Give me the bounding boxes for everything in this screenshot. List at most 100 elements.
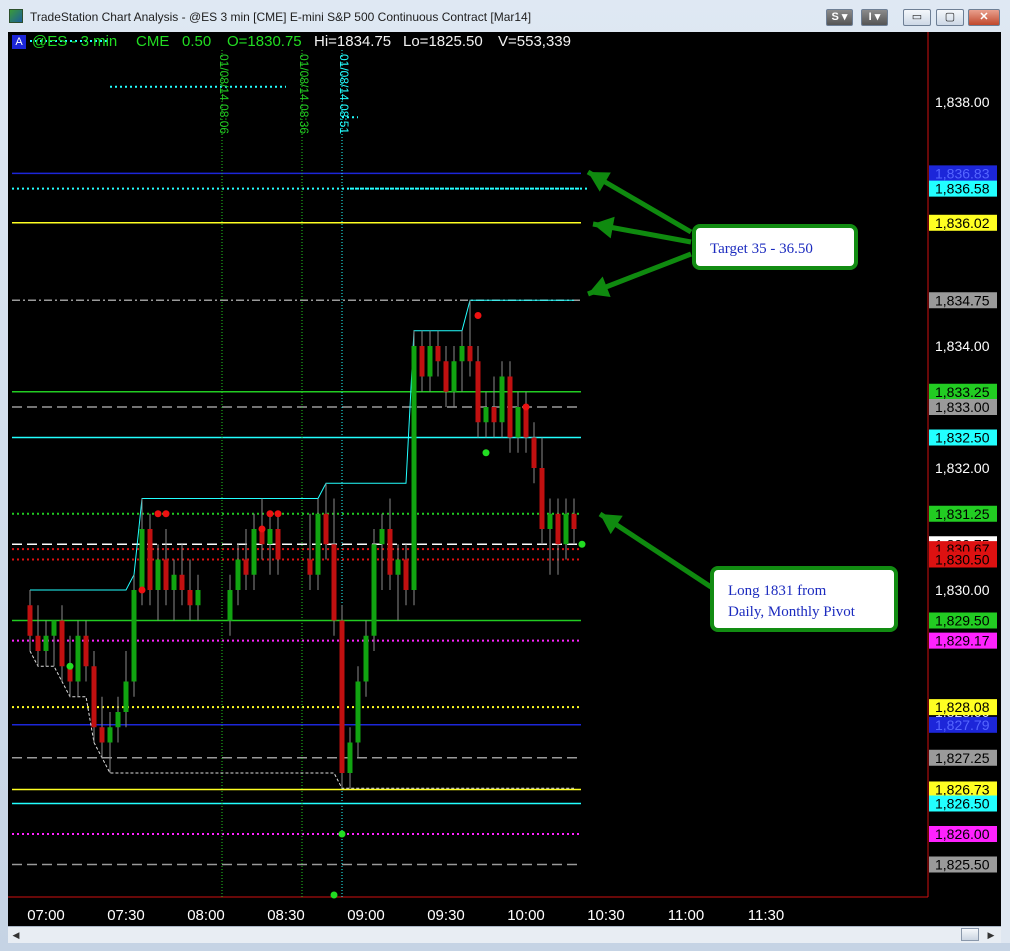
title-bar: TradeStation Chart Analysis - @ES 3 min … [0,0,1010,32]
candle-body-23 [235,559,241,590]
close-button[interactable]: ✕ [968,9,1000,26]
time-tick-label-7: 10:30 [587,907,625,924]
signal-dot-11 [522,403,530,411]
chart-area[interactable]: 01/08/14 08:06 01/08/14 08:36 01/08/14 08:… [8,32,1001,926]
candle-body-25 [251,529,257,575]
candle-body-47 [451,361,457,392]
level-label-text-17: 1,826.50 [935,796,990,812]
candle-body-46 [443,361,449,392]
candle-body-11 [115,712,121,728]
candle-body-7 [83,635,89,667]
window-frame-right [1001,32,1010,943]
candle-body-24 [243,559,249,575]
candle-body-3 [51,620,57,636]
time-tick-label-6: 10:00 [507,907,545,924]
target-callout-line-0: Target 35 - 36.50 [710,241,813,257]
signal-dot-6 [274,510,282,518]
level-label-text-6: 1,832.50 [935,430,990,446]
chart-link-a-badge[interactable]: A [12,35,26,49]
time-tick-label-2: 08:00 [187,907,225,924]
candle-body-14 [139,529,145,590]
candle-body-57 [531,437,537,468]
candle-body-28 [275,529,281,560]
candle-body-56 [523,407,529,438]
candle-body-60 [555,513,561,545]
long-callout-line-0: Long 1831 from [728,583,827,599]
candle-body-51 [483,407,489,423]
candle-body-54 [507,376,513,438]
candle-body-55 [515,407,521,438]
price-tick-label-0: 1,838.00 [935,94,990,110]
candle-body-12 [123,681,129,712]
candle-body-2 [43,635,49,651]
header-high: Hi=1834.75 [314,33,392,50]
candle-body-15 [147,529,153,590]
level-label-text-12: 1,829.17 [935,633,990,649]
symbol-link-menu-button[interactable]: S ▾ [826,9,853,26]
level-label-text-4: 1,833.25 [935,384,990,400]
candle-body-34 [347,742,353,773]
signal-dot-10 [482,449,490,457]
candle-body-41 [403,559,409,590]
time-marker-label-0: 01/08/14 08:06 [217,54,231,134]
candle-body-58 [539,468,545,529]
level-label-text-5: 1,833.00 [935,399,990,415]
candle-body-39 [387,529,393,575]
signal-dot-0 [66,662,74,670]
candle-body-32 [331,544,337,621]
level-label-text-1: 1,836.58 [935,181,990,197]
candle-body-27 [267,529,273,545]
time-tick-label-1: 07:30 [107,907,145,924]
signal-dot-12 [578,540,586,548]
level-label-text-14: 1,827.79 [935,717,990,733]
scroll-left-arrow-icon[interactable]: ◀ [8,927,24,943]
price-tick-label-4: 1,830.00 [935,582,990,598]
candle-body-29 [307,559,313,575]
scroll-right-arrow-icon[interactable]: ▶ [983,927,999,943]
signal-dot-1 [138,586,146,594]
minimize-button[interactable]: ▭ [903,9,931,26]
horizontal-scrollbar[interactable]: ◀ ▶ [8,926,1001,943]
candle-body-59 [547,513,553,529]
scrollbar-thumb[interactable] [961,928,979,941]
candle-body-0 [27,605,33,636]
signal-dot-7 [330,891,338,899]
long-callout-line-1: Daily, Monthly Pivot [728,604,856,620]
time-tick-label-0: 07:00 [27,907,65,924]
candle-body-19 [179,574,185,590]
candle-body-13 [131,590,137,682]
candle-body-49 [467,346,473,362]
price-chart[interactable]: 01/08/14 08:06 01/08/14 08:36 01/08/14 08:… [8,32,1001,926]
header-volume: V=553,339 [498,33,571,50]
candle-body-37 [371,544,377,636]
chart-layer: 01/08/14 08:06 01/08/14 08:36 01/08/14 08:… [8,32,997,924]
candle-body-52 [491,407,497,423]
candle-body-21 [195,590,201,606]
indicator-link-menu-button[interactable]: I ▾ [861,9,888,26]
candle-body-40 [395,559,401,575]
candle-body-22 [227,590,233,621]
signal-dot-4 [258,525,266,533]
tradestation-app-icon [9,9,23,23]
time-tick-label-5: 09:30 [427,907,465,924]
time-tick-label-3: 08:30 [267,907,305,924]
candle-body-33 [339,620,345,773]
candle-body-8 [91,666,97,728]
high-step-line [30,299,574,591]
candle-body-4 [59,620,65,667]
maximize-button[interactable]: ▢ [936,9,964,26]
long-callout-box [710,566,898,632]
candle-body-31 [323,513,329,545]
target-arrow-middle-head [593,216,615,239]
time-tick-label-8: 11:00 [668,907,704,924]
candle-body-6 [75,635,81,682]
level-label-text-3: 1,834.75 [935,292,990,308]
level-label-text-2: 1,836.02 [935,215,990,231]
candle-body-42 [411,346,417,590]
header-symbol: @ES - 3 min [32,33,118,50]
window-title: TradeStation Chart Analysis - @ES 3 min … [30,10,532,24]
candle-body-36 [363,635,369,682]
candle-body-16 [155,559,161,590]
candle-body-17 [163,559,169,590]
signal-dot-5 [266,510,274,518]
